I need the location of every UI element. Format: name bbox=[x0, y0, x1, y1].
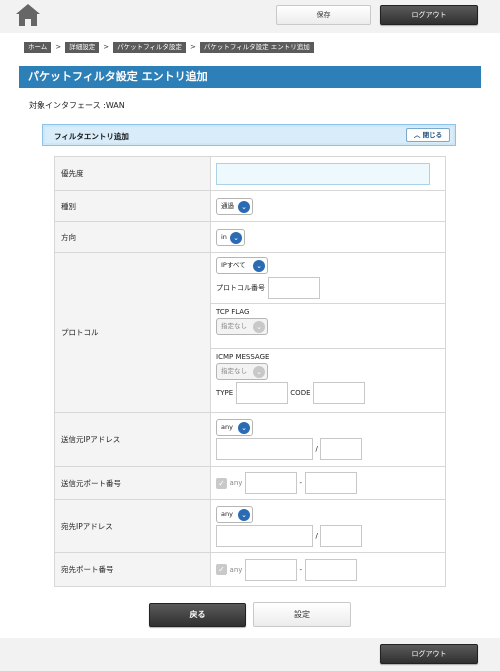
icmp-message-label: ICMP MESSAGE bbox=[216, 353, 270, 361]
chevron-down-icon: ⌄ bbox=[253, 366, 265, 378]
dst-ip-select-value: any bbox=[221, 509, 233, 518]
chevron-down-icon: ⌄ bbox=[238, 422, 250, 434]
tcp-flag-select[interactable]: 指定なし ⌄ bbox=[216, 318, 268, 335]
direction-select[interactable]: in ⌄ bbox=[216, 228, 245, 246]
icmp-message-select-value: 指定なし bbox=[221, 367, 247, 375]
row-priority: 優先度 bbox=[54, 156, 446, 191]
icmp-code-input[interactable] bbox=[313, 382, 366, 404]
type-label: 種別 bbox=[54, 190, 211, 222]
home-icon[interactable] bbox=[15, 3, 41, 27]
breadcrumb-advanced[interactable]: 詳細設定 bbox=[65, 41, 100, 53]
section-title: フィルタエントリ追加 bbox=[54, 132, 129, 141]
chevron-down-icon: ⌄ bbox=[230, 231, 242, 244]
row-direction: 方向 in ⌄ bbox=[54, 221, 446, 253]
icmp-message-select[interactable]: 指定なし ⌄ bbox=[216, 363, 268, 380]
protocol-select[interactable]: IPすべて ⌄ bbox=[216, 257, 268, 274]
type-select-value: 通過 bbox=[221, 201, 234, 210]
tcp-flag-label: TCP FLAG bbox=[216, 308, 250, 316]
chevron-down-icon: ⌄ bbox=[253, 321, 265, 333]
tcp-flag-select-value: 指定なし bbox=[221, 322, 247, 330]
src-port-any-checkbox[interactable]: ✓ bbox=[216, 477, 227, 489]
type-select[interactable]: 通過 ⌄ bbox=[216, 197, 253, 215]
page-title: パケットフィルタ設定 エントリ追加 bbox=[19, 66, 481, 88]
src-port-label: 送信元ポート番号 bbox=[54, 466, 211, 500]
dst-port-end-input[interactable] bbox=[304, 558, 357, 581]
src-ip-select-value: any bbox=[221, 423, 233, 431]
row-dst-ip: 宛先IPアドレス any ⌄ / bbox=[54, 499, 446, 553]
row-dst-port: 宛先ポート番号 ✓ any - bbox=[54, 552, 446, 587]
row-type: 種別 通過 ⌄ bbox=[54, 190, 446, 222]
row-protocol: プロトコル IPすべて ⌄ プロトコル番号 TCP FLAG 指定なし ⌄ IC… bbox=[54, 252, 446, 413]
dst-port-any-label: any bbox=[229, 565, 243, 574]
dst-port-start-input[interactable] bbox=[244, 558, 297, 581]
row-src-port: 送信元ポート番号 ✓ any - bbox=[54, 466, 446, 500]
priority-input[interactable] bbox=[216, 162, 430, 185]
breadcrumb-separator: > bbox=[189, 43, 196, 51]
dst-ip-select[interactable]: any ⌄ bbox=[216, 505, 253, 523]
row-src-ip: 送信元IPアドレス any ⌄ / bbox=[54, 412, 446, 467]
breadcrumb-home[interactable]: ホーム bbox=[24, 41, 52, 53]
protocol-label: プロトコル bbox=[54, 252, 211, 413]
protocol-number-input[interactable] bbox=[267, 277, 320, 299]
protocol-number-label: プロトコル番号 bbox=[216, 284, 265, 292]
src-port-any-label: any bbox=[229, 479, 243, 487]
collapse-label: 閉じる bbox=[422, 131, 443, 139]
footer-logout-button[interactable]: ログアウト bbox=[380, 644, 478, 664]
set-button[interactable]: 設定 bbox=[253, 602, 351, 627]
back-button[interactable]: 戻る bbox=[149, 603, 246, 627]
breadcrumb-separator: > bbox=[103, 43, 110, 51]
src-ip-address-input[interactable] bbox=[216, 438, 313, 460]
src-port-start-input[interactable] bbox=[244, 472, 297, 494]
chevron-down-icon: ⌄ bbox=[238, 200, 250, 213]
dst-ip-mask-input[interactable] bbox=[320, 524, 363, 547]
src-ip-mask-input[interactable] bbox=[320, 438, 363, 460]
interface-label: 対象インタフェース :WAN bbox=[29, 101, 125, 110]
priority-label: 優先度 bbox=[54, 156, 211, 191]
dash-separator: - bbox=[299, 565, 303, 574]
chevron-down-icon: ⌄ bbox=[238, 508, 250, 521]
collapse-button[interactable]: ︿ 閉じる bbox=[406, 128, 450, 142]
dst-ip-label: 宛先IPアドレス bbox=[54, 499, 211, 553]
dst-ip-address-input[interactable] bbox=[216, 524, 313, 547]
section-header: フィルタエントリ追加 ︿ 閉じる bbox=[42, 124, 456, 146]
src-port-end-input[interactable] bbox=[304, 472, 357, 494]
icmp-type-label: TYPE bbox=[216, 389, 234, 397]
direction-select-value: in bbox=[221, 232, 227, 241]
breadcrumb: ホーム > 詳細設定 > パケットフィルタ設定 > パケットフィルタ設定 エント… bbox=[24, 41, 314, 53]
chevron-down-icon: ⌄ bbox=[253, 260, 265, 272]
breadcrumb-current: パケットフィルタ設定 エントリ追加 bbox=[199, 41, 314, 53]
slash-separator: / bbox=[315, 531, 318, 540]
breadcrumb-packet-filter[interactable]: パケットフィルタ設定 bbox=[113, 41, 186, 53]
chevron-up-icon: ︿ bbox=[413, 131, 421, 139]
breadcrumb-separator: > bbox=[55, 43, 62, 51]
slash-separator: / bbox=[315, 445, 318, 453]
logout-button[interactable]: ログアウト bbox=[380, 5, 478, 25]
dst-port-label: 宛先ポート番号 bbox=[54, 552, 211, 587]
protocol-select-value: IPすべて bbox=[221, 261, 246, 269]
icmp-type-input[interactable] bbox=[235, 382, 288, 404]
filter-entry-form: 優先度 種別 通過 ⌄ 方向 in ⌄ プロトコル IPすべて ⌄ プロトコル番… bbox=[54, 156, 446, 587]
src-ip-label: 送信元IPアドレス bbox=[54, 412, 211, 467]
dst-port-any-checkbox[interactable]: ✓ bbox=[216, 564, 227, 575]
direction-label: 方向 bbox=[54, 221, 211, 253]
icmp-code-label: CODE bbox=[290, 389, 311, 397]
dash-separator: - bbox=[299, 479, 303, 487]
src-ip-select[interactable]: any ⌄ bbox=[216, 419, 253, 436]
save-button[interactable]: 保存 bbox=[276, 5, 371, 25]
